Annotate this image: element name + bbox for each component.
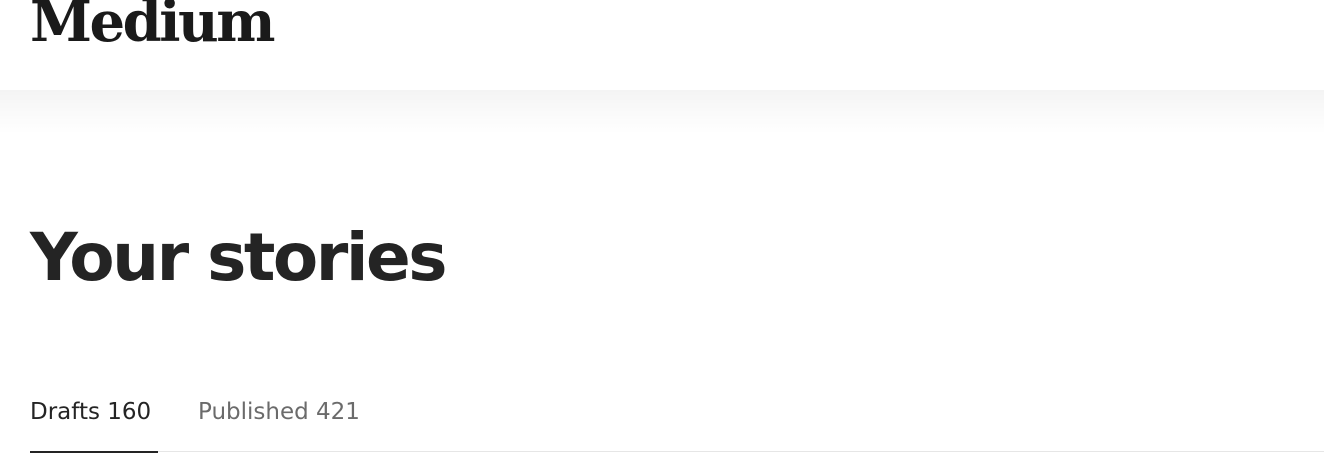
tab-published-label: Published 421 bbox=[198, 399, 360, 425]
tab-drafts-label: Drafts 160 bbox=[30, 399, 152, 425]
active-tab-indicator bbox=[30, 451, 158, 453]
top-header: Medium bbox=[0, 0, 1324, 90]
medium-logo[interactable]: Medium bbox=[30, 0, 276, 50]
page-title: Your stories bbox=[30, 219, 447, 296]
story-tabs: Drafts 160 Published 421 bbox=[30, 392, 1324, 453]
tab-drafts[interactable]: Drafts 160 bbox=[30, 392, 158, 453]
tab-published[interactable]: Published 421 bbox=[198, 392, 360, 452]
header-shadow bbox=[0, 90, 1324, 134]
